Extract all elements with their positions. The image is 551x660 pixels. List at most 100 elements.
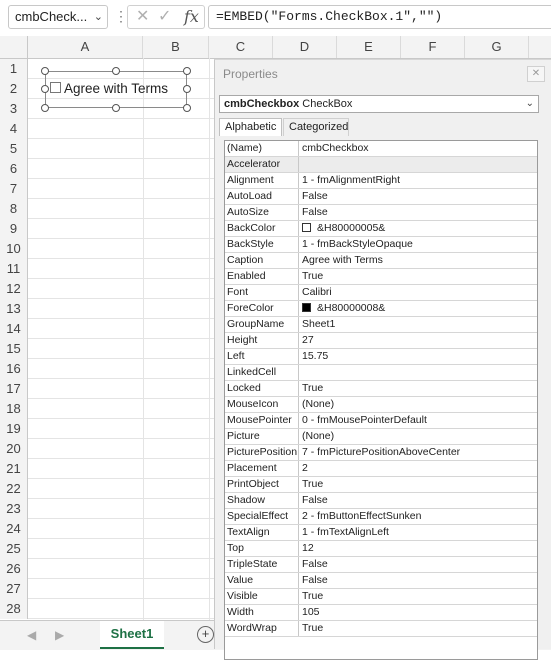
more-options-icon[interactable]: ⋮	[114, 6, 128, 26]
property-row[interactable]: PrintObject True	[225, 477, 537, 493]
close-icon[interactable]: ✕	[527, 66, 545, 82]
row-header[interactable]: 7	[0, 179, 28, 199]
property-value[interactable]: False	[302, 205, 537, 220]
property-value[interactable]: 1 - fmBackStyleOpaque	[302, 237, 537, 252]
column-header-a[interactable]: A	[28, 36, 143, 58]
property-row[interactable]: AutoSize False	[225, 205, 537, 221]
checkbox-control[interactable]: Agree with Terms	[45, 71, 187, 108]
property-row[interactable]: MouseIcon (None)	[225, 397, 537, 413]
property-value[interactable]: True	[302, 589, 537, 604]
row-header[interactable]: 11	[0, 259, 28, 279]
property-row[interactable]: Visible True	[225, 589, 537, 605]
row-header[interactable]: 14	[0, 319, 28, 339]
property-row[interactable]: SpecialEffect 2 - fmButtonEffectSunken	[225, 509, 537, 525]
property-row[interactable]: Width 105	[225, 605, 537, 621]
property-value[interactable]	[302, 157, 537, 172]
row-header[interactable]: 25	[0, 539, 28, 559]
property-row[interactable]: Picture (None)	[225, 429, 537, 445]
row-header[interactable]: 3	[0, 99, 28, 119]
resize-handle[interactable]	[41, 104, 49, 112]
scroll-right-icon[interactable]: ▶	[55, 628, 64, 642]
row-header[interactable]: 1	[0, 59, 28, 79]
row-header[interactable]: 10	[0, 239, 28, 259]
row-header[interactable]: 8	[0, 199, 28, 219]
insert-function-icon[interactable]: fx	[184, 8, 199, 26]
property-value[interactable]: True	[302, 477, 537, 492]
property-value[interactable]: False	[302, 573, 537, 588]
object-selector[interactable]: cmbCheckbox CheckBox ⌄	[219, 95, 539, 113]
property-row[interactable]: LinkedCell	[225, 365, 537, 381]
property-row[interactable]: Height 27	[225, 333, 537, 349]
property-value[interactable]: False	[302, 189, 537, 204]
property-row[interactable]: Enabled True	[225, 269, 537, 285]
property-value[interactable]: True	[302, 269, 537, 284]
resize-handle[interactable]	[183, 104, 191, 112]
property-row[interactable]: PicturePosition 7 - fmPicturePositionAbov…	[225, 445, 537, 461]
column-header-b[interactable]: B	[143, 36, 209, 58]
property-row[interactable]: Left 15.75	[225, 349, 537, 365]
resize-handle[interactable]	[183, 67, 191, 75]
row-header[interactable]: 12	[0, 279, 28, 299]
property-value[interactable]: 2 - fmButtonEffectSunken	[302, 509, 537, 524]
property-row[interactable]: AutoLoad False	[225, 189, 537, 205]
property-row[interactable]: Value False	[225, 573, 537, 589]
row-header[interactable]: 23	[0, 499, 28, 519]
add-sheet-icon[interactable]: +	[197, 626, 214, 643]
column-header-e[interactable]: E	[337, 36, 401, 58]
column-header-d[interactable]: D	[273, 36, 337, 58]
property-value[interactable]: (None)	[302, 397, 537, 412]
row-header[interactable]: 17	[0, 379, 28, 399]
column-header-f[interactable]: F	[401, 36, 465, 58]
property-value[interactable]: Sheet1	[302, 317, 537, 332]
property-row[interactable]: TextAlign 1 - fmTextAlignLeft	[225, 525, 537, 541]
row-header[interactable]: 24	[0, 519, 28, 539]
row-header[interactable]: 18	[0, 399, 28, 419]
property-value[interactable]: False	[302, 557, 537, 572]
property-row[interactable]: Caption Agree with Terms	[225, 253, 537, 269]
property-row[interactable]: Font Calibri	[225, 285, 537, 301]
property-row[interactable]: BackStyle 1 - fmBackStyleOpaque	[225, 237, 537, 253]
property-row[interactable]: GroupName Sheet1	[225, 317, 537, 333]
row-header[interactable]: 9	[0, 219, 28, 239]
resize-handle[interactable]	[112, 67, 120, 75]
property-value[interactable]: 0 - fmMousePointerDefault	[302, 413, 537, 428]
property-value[interactable]: cmbCheckbox	[302, 141, 537, 156]
resize-handle[interactable]	[183, 85, 191, 93]
property-value[interactable]: 27	[302, 333, 537, 348]
property-value[interactable]: Agree with Terms	[302, 253, 537, 268]
property-row[interactable]: Top 12	[225, 541, 537, 557]
name-box[interactable]: cmbCheck... ⌄	[8, 5, 108, 29]
row-header[interactable]: 4	[0, 119, 28, 139]
property-row[interactable]: WordWrap True	[225, 621, 537, 637]
row-header[interactable]: 20	[0, 439, 28, 459]
property-value[interactable]: 7 - fmPicturePositionAboveCenter	[302, 445, 537, 460]
row-header[interactable]: 27	[0, 579, 28, 599]
property-value[interactable]: 105	[302, 605, 537, 620]
select-all-corner[interactable]	[0, 36, 28, 58]
property-value[interactable]: &H80000005&	[302, 221, 537, 236]
property-value[interactable]: False	[302, 493, 537, 508]
row-header[interactable]: 5	[0, 139, 28, 159]
property-value[interactable]: (None)	[302, 429, 537, 444]
row-header[interactable]: 21	[0, 459, 28, 479]
row-header[interactable]: 15	[0, 339, 28, 359]
column-header-c[interactable]: C	[209, 36, 273, 58]
tab-categorized[interactable]: Categorized	[283, 118, 349, 136]
row-header[interactable]: 6	[0, 159, 28, 179]
property-row[interactable]: Shadow False	[225, 493, 537, 509]
property-value[interactable]: Calibri	[302, 285, 537, 300]
row-header[interactable]: 19	[0, 419, 28, 439]
property-row[interactable]: ForeColor &H80000008&	[225, 301, 537, 317]
tab-alphabetic[interactable]: Alphabetic	[219, 118, 282, 136]
property-row[interactable]: BackColor &H80000005&	[225, 221, 537, 237]
property-value[interactable]	[302, 365, 537, 380]
property-row[interactable]: MousePointer 0 - fmMousePointerDefault	[225, 413, 537, 429]
property-value[interactable]: 2	[302, 461, 537, 476]
scroll-left-icon[interactable]: ◀	[27, 628, 36, 642]
property-row[interactable]: TripleState False	[225, 557, 537, 573]
sheet-tab-sheet1[interactable]: Sheet1	[100, 621, 164, 649]
property-value[interactable]: &H80000008&	[302, 301, 537, 316]
property-row[interactable]: Placement 2	[225, 461, 537, 477]
property-value[interactable]: 15.75	[302, 349, 537, 364]
property-value[interactable]: True	[302, 381, 537, 396]
